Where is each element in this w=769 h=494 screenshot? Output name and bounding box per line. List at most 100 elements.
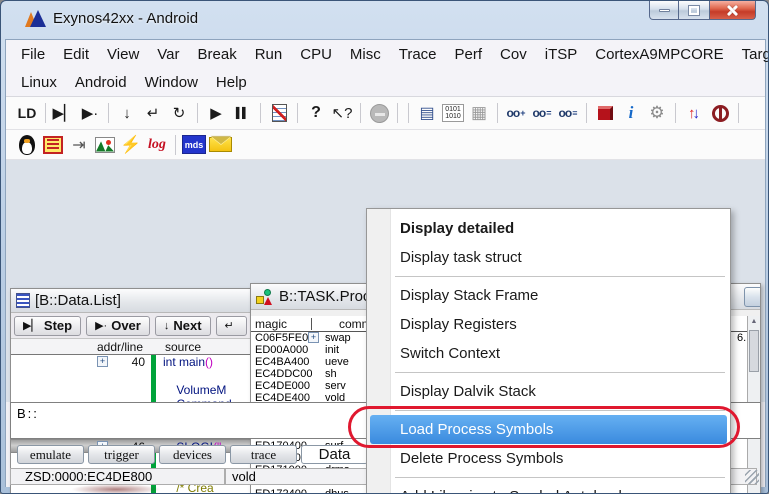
menu-var[interactable]: Var bbox=[148, 46, 188, 63]
go-icon[interactable]: ▶ bbox=[204, 101, 228, 125]
menu-cpu[interactable]: CPU bbox=[291, 46, 341, 63]
mds-icon[interactable]: mds bbox=[182, 133, 206, 157]
flash-icon[interactable]: ⚡ bbox=[119, 133, 143, 157]
view-equal-icon[interactable]: oo= bbox=[530, 101, 554, 125]
resize-grip[interactable] bbox=[745, 470, 759, 484]
mail-icon[interactable] bbox=[208, 133, 232, 157]
list-window-icon[interactable]: ▤ bbox=[415, 101, 439, 125]
terminal-icon[interactable] bbox=[41, 133, 65, 157]
menu-view[interactable]: View bbox=[98, 46, 148, 63]
menu-item-switch-context[interactable]: Switch Context bbox=[367, 339, 730, 368]
return-icon[interactable]: ↵ bbox=[141, 101, 165, 125]
source-row[interactable]: VolumeM bbox=[11, 383, 261, 397]
minimize-button[interactable] bbox=[649, 1, 679, 20]
titlebar[interactable]: Exynos42xx - Android bbox=[1, 1, 768, 39]
system-info-icon[interactable]: i bbox=[619, 101, 643, 125]
menu-item-display-registers[interactable]: Display Registers bbox=[367, 310, 730, 339]
step-over-icon[interactable]: ▶· bbox=[78, 101, 102, 125]
menu-perf[interactable]: Perf bbox=[446, 46, 492, 63]
trigger-button[interactable]: trigger bbox=[88, 445, 155, 464]
menu-break[interactable]: Break bbox=[189, 46, 246, 63]
close-button[interactable] bbox=[709, 1, 756, 20]
go-return-icon[interactable]: ↻ bbox=[167, 101, 191, 125]
column-addr-line: addr/line bbox=[97, 340, 143, 354]
menu-cortexa9mpcore[interactable]: CortexA9MPCORE bbox=[586, 46, 732, 63]
menu-cov[interactable]: Cov bbox=[491, 46, 536, 63]
view-list-icon[interactable]: oo≡ bbox=[556, 101, 580, 125]
emulate-button[interactable]: emulate bbox=[17, 445, 84, 464]
source-row[interactable]: + 40 int main() bbox=[11, 355, 261, 369]
minimize-icon bbox=[659, 9, 670, 12]
view-add-icon[interactable]: oo+ bbox=[504, 101, 528, 125]
menu-edit[interactable]: Edit bbox=[54, 46, 98, 63]
menu-separator bbox=[367, 272, 730, 281]
menu-target[interactable]: Target bbox=[733, 46, 769, 63]
menu-linux[interactable]: Linux bbox=[12, 74, 66, 91]
task-context-menu: Display detailed Display task struct Dis… bbox=[366, 208, 731, 494]
menu-file[interactable]: File bbox=[12, 46, 54, 63]
datalist-title: [B::Data.List] bbox=[35, 292, 121, 309]
trace32-logo-icon bbox=[25, 10, 47, 27]
over-button[interactable]: ▶·Over bbox=[86, 316, 150, 336]
column-magic: magic bbox=[255, 317, 287, 331]
source-row[interactable] bbox=[11, 369, 261, 383]
return-button[interactable]: ↵ bbox=[216, 316, 247, 336]
step-over-icon: ▶· bbox=[95, 319, 107, 332]
data-button[interactable]: Data bbox=[301, 445, 368, 464]
power-down-icon[interactable] bbox=[708, 101, 732, 125]
scrollbar-thumb[interactable] bbox=[749, 330, 759, 372]
menubar-row1: File Edit View Var Break Run CPU Misc Tr… bbox=[6, 40, 765, 68]
nop-document-icon bbox=[272, 104, 287, 122]
peripherals-icon[interactable] bbox=[593, 101, 617, 125]
menu-item-display-detailed[interactable]: Display detailed bbox=[367, 214, 730, 243]
step-button[interactable]: ▶▏Step bbox=[14, 316, 81, 336]
linux-tux-icon[interactable] bbox=[15, 133, 39, 157]
menu-trace[interactable]: Trace bbox=[390, 46, 446, 63]
stop-icon[interactable] bbox=[367, 101, 391, 125]
mountain-picture-icon bbox=[95, 137, 115, 153]
picture-icon[interactable] bbox=[93, 133, 117, 157]
down-arrow-icon: ↓ bbox=[164, 320, 170, 332]
menu-item-display-stack-frame[interactable]: Display Stack Frame bbox=[367, 281, 730, 310]
menu-help[interactable]: Help bbox=[207, 74, 256, 91]
load-button[interactable]: LD bbox=[15, 101, 39, 125]
edit-nop-icon[interactable] bbox=[267, 101, 291, 125]
binary-dump-icon: 01011010 bbox=[442, 104, 464, 122]
list-icon bbox=[16, 293, 30, 308]
devices-button[interactable]: devices bbox=[159, 445, 226, 464]
menu-run[interactable]: Run bbox=[246, 46, 292, 63]
expand-box[interactable]: + bbox=[308, 332, 319, 343]
settings-wrench-icon[interactable]: ⚙ bbox=[645, 101, 669, 125]
trace-button[interactable]: trace bbox=[230, 445, 297, 464]
step-icon[interactable]: ▶▏ bbox=[52, 101, 76, 125]
menu-misc[interactable]: Misc bbox=[341, 46, 390, 63]
stop-sign-icon bbox=[370, 104, 389, 123]
datalist-titlebar[interactable]: [B::Data.List] bbox=[11, 289, 261, 313]
maximize-icon bbox=[689, 6, 699, 15]
red-highlight-annotation bbox=[348, 406, 740, 448]
menu-item-display-dalvik-stack[interactable]: Display Dalvik Stack bbox=[367, 377, 730, 406]
menu-item-delete-process-symbols[interactable]: Delete Process Symbols bbox=[367, 444, 730, 473]
menu-window[interactable]: Window bbox=[136, 74, 207, 91]
next-button[interactable]: ↓Next bbox=[155, 316, 211, 336]
close-icon bbox=[726, 4, 739, 17]
step-target-icon[interactable]: ⇥ bbox=[67, 133, 91, 157]
dump-window-icon[interactable]: 01011010 bbox=[441, 101, 465, 125]
menu-android[interactable]: Android bbox=[66, 74, 136, 91]
window-title: Exynos42xx - Android bbox=[53, 10, 198, 27]
step-next-icon[interactable]: ↓ bbox=[115, 101, 139, 125]
context-help-icon[interactable]: ↖? bbox=[330, 101, 354, 125]
task-maximize-button[interactable] bbox=[744, 287, 761, 307]
menu-item-add-libraries-autoloader[interactable]: Add Libraries to Symbol Autoloader bbox=[367, 482, 730, 494]
break-icon[interactable]: ▌▌ bbox=[230, 101, 254, 125]
menu-item-display-task-struct[interactable]: Display task struct bbox=[367, 243, 730, 272]
chip-icon[interactable]: ▦ bbox=[467, 101, 491, 125]
penguin-icon bbox=[19, 135, 35, 155]
help-icon[interactable]: ? bbox=[304, 101, 328, 125]
sync-icon[interactable]: ↑↓ bbox=[682, 101, 706, 125]
column-source: source bbox=[165, 340, 201, 354]
scroll-up-icon[interactable]: ▲ bbox=[748, 316, 760, 328]
maximize-button[interactable] bbox=[679, 1, 709, 20]
log-icon[interactable]: log bbox=[145, 133, 169, 157]
menu-itsp[interactable]: iTSP bbox=[536, 46, 587, 63]
